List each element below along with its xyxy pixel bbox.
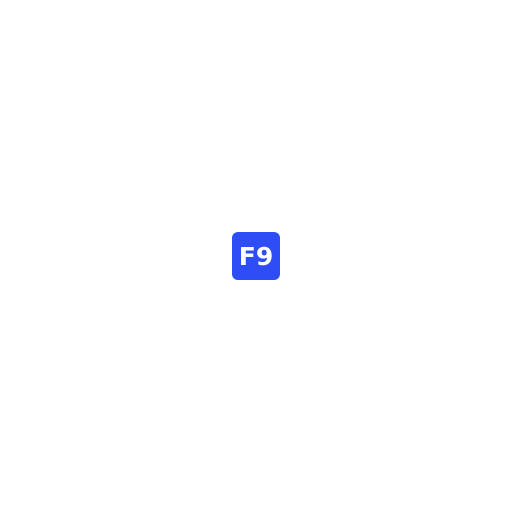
blank-canvas: F9 bbox=[0, 0, 512, 512]
app-icon[interactable]: F9 bbox=[232, 232, 280, 280]
app-icon-label: F9 bbox=[238, 241, 274, 271]
